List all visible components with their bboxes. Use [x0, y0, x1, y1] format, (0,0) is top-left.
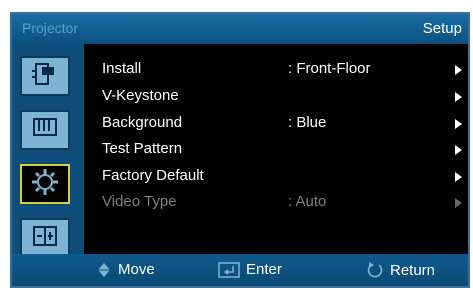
menu-item-v-keystone[interactable]: V-Keystone [102, 83, 468, 109]
advanced-icon [30, 223, 60, 254]
picture-icon [30, 115, 60, 146]
arrow-right-icon [455, 119, 462, 129]
move-arrows-icon [98, 262, 110, 277]
menu-item-label: Test Pattern [102, 140, 183, 157]
sidebar-tab-advanced[interactable] [20, 218, 70, 258]
menu-title: Projector [22, 20, 79, 36]
sidebar [12, 44, 84, 258]
menu-item-test-pattern[interactable]: Test Pattern [102, 136, 468, 162]
menu-item-value: : Blue [288, 114, 327, 131]
enter-label: Enter [246, 261, 282, 278]
hint-bar: Move Enter Return [12, 254, 468, 286]
return-label: Return [390, 261, 436, 279]
menu-item-background[interactable]: Background : Blue [102, 110, 468, 136]
menu-item-install[interactable]: Install : Front-Floor [102, 56, 468, 82]
menu-item-label: Install [102, 60, 142, 77]
sidebar-tab-setup[interactable] [20, 164, 70, 204]
sidebar-tab-picture[interactable] [20, 110, 70, 150]
arrow-right-icon [455, 145, 462, 155]
input-source-icon [30, 61, 60, 92]
menu-item-label: Factory Default [102, 167, 204, 184]
menu-item-value: : Auto [288, 193, 327, 210]
section-title: Setup [422, 20, 462, 37]
move-hint: Move [96, 261, 155, 278]
menu-item-label: Video Type [102, 193, 177, 210]
menu-item-value: : Front-Floor [288, 60, 371, 77]
enter-icon [218, 261, 240, 278]
enter-hint: Enter [218, 261, 282, 278]
sidebar-tab-input[interactable] [20, 56, 70, 96]
arrow-right-icon [455, 92, 462, 102]
arrow-right-icon [455, 65, 462, 75]
move-label: Move [118, 261, 155, 278]
menu-list: Install : Front-Floor V-Keystone Backgro… [84, 44, 468, 254]
menu-item-label: Background [102, 114, 183, 131]
menu-item-video-type: Video Type : Auto [102, 189, 468, 215]
menu-item-label: V-Keystone [102, 87, 179, 104]
arrow-right-icon [455, 172, 462, 182]
arrow-right-icon [455, 198, 462, 208]
title-bar: Projector Setup [12, 14, 468, 44]
setup-gear-icon [30, 167, 60, 202]
menu-item-factory-default[interactable]: Factory Default [102, 163, 468, 189]
return-icon [367, 262, 383, 278]
return-hint: Return [366, 261, 435, 279]
projector-menu-window: Projector Setup Install: Front-Floor V-… [10, 12, 470, 288]
